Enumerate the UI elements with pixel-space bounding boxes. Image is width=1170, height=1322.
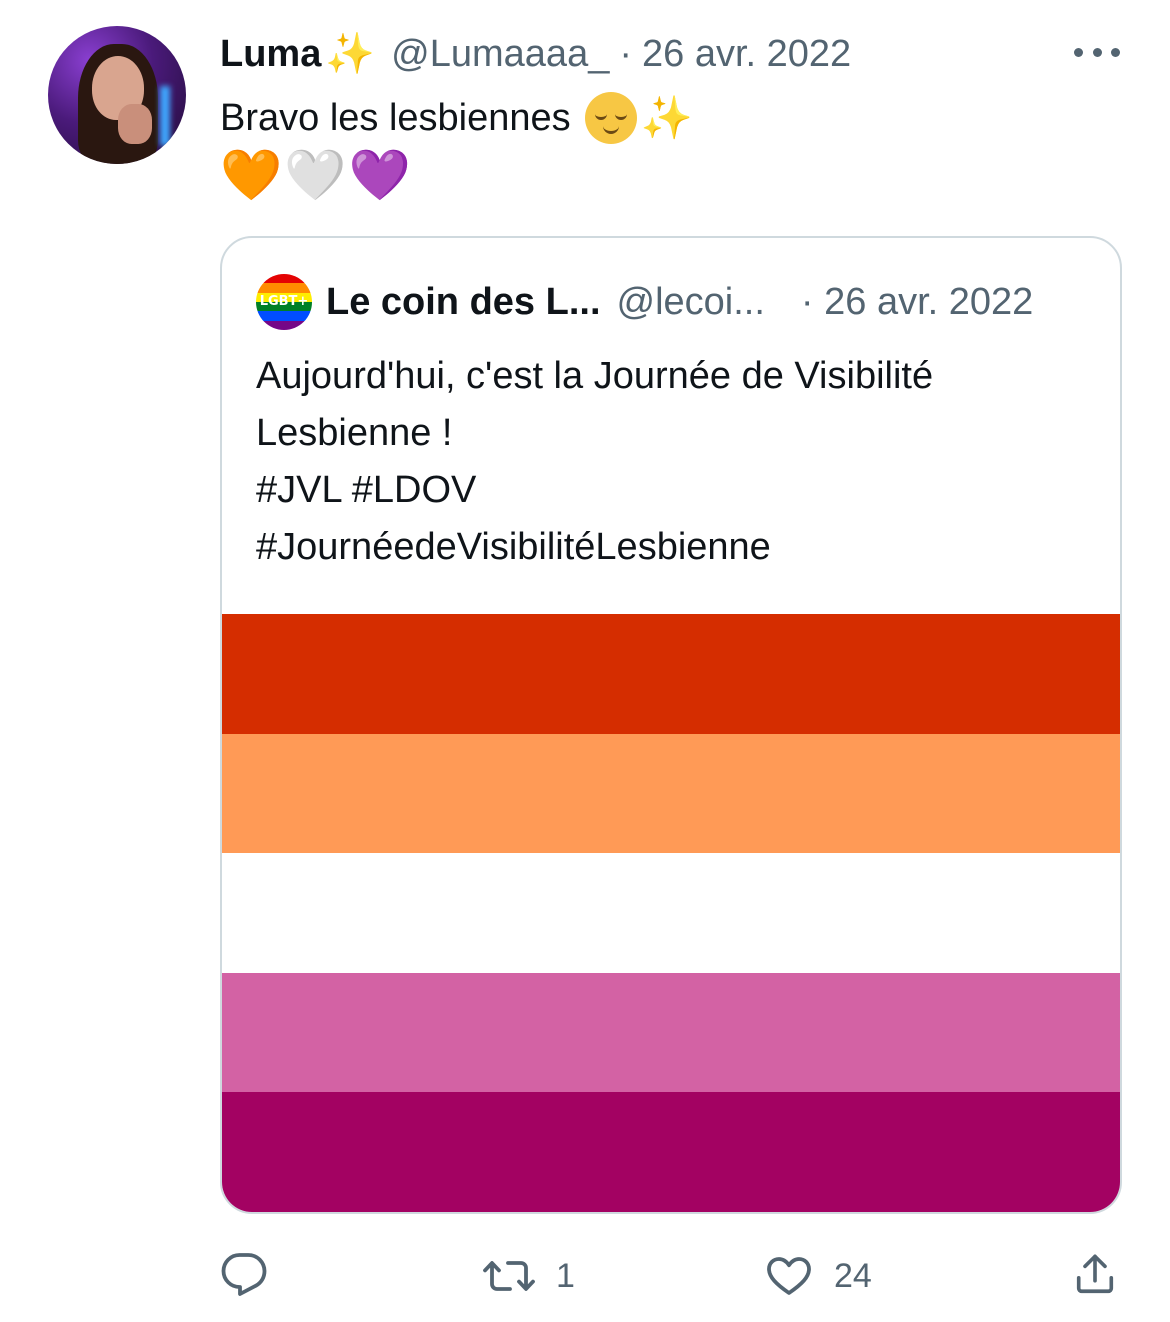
quoted-author-name[interactable]: Le coin des L... [326,276,601,328]
retweet-count: 1 [556,1257,575,1295]
tweet-date[interactable]: 26 avr. 2022 [642,28,851,80]
quoted-avatar-label: LGBT+ [259,294,309,309]
quoted-author-avatar[interactable]: LGBT+ [256,274,312,330]
orange-heart-icon: 🧡 [220,147,283,203]
reply-icon [221,1253,267,1296]
flag-band [222,733,1120,854]
author-avatar[interactable] [48,26,186,164]
tweet-header: Luma ✨ @Lumaaaa_ · 26 avr. 2022 [220,28,851,80]
tweet-action-bar: 1 24 [220,1250,1120,1302]
more-options-icon[interactable] [1074,44,1120,60]
author-name[interactable]: Luma [220,28,321,80]
share-icon [1076,1254,1114,1294]
like-button[interactable]: 24 [764,1250,872,1302]
purple-heart-icon: 💜 [348,147,411,203]
tweet-text: Bravo les lesbiennes ✨ [220,92,693,144]
header-separator: · [619,33,632,75]
quoted-tweet-card[interactable]: LGBT+ Le coin des L... @lecoi... · 26 av… [220,236,1122,1214]
flag-band [222,972,1120,1093]
retweet-button[interactable]: 1 [482,1250,575,1302]
lesbian-flag-image[interactable] [222,614,1120,1212]
quoted-tweet-date[interactable]: · 26 avr. 2022 [801,276,1033,328]
quoted-tweet-text: Aujourd'hui, c'est la Journée de Visibil… [256,348,1086,576]
avatar-hand [118,104,152,144]
sparkles-icon: ✨ [325,32,376,76]
relieved-face-icon [584,92,637,144]
avatar-light [160,86,170,146]
heart-icon [767,1257,811,1295]
quoted-text-line: Lesbienne ! [256,412,453,454]
sparkles-icon: ✨ [640,94,693,141]
flag-band [222,1092,1120,1212]
quoted-author-handle[interactable]: @lecoi... [617,276,765,328]
quoted-text-line: Aujourd'hui, c'est la Journée de Visibil… [256,355,934,397]
quoted-tweet-header: LGBT+ Le coin des L... @lecoi... · 26 av… [256,274,1106,330]
quoted-hashtags[interactable]: #JVL #LDOV [256,462,1086,519]
reply-button[interactable] [220,1250,288,1298]
quoted-hashtag-long[interactable]: #JournéedeVisibilitéLesbienne [256,519,1086,576]
like-count: 24 [834,1257,872,1295]
author-handle[interactable]: @Lumaaaa_ [391,28,609,80]
hearts-emoji-row: 🧡 🤍 💜 [220,148,411,202]
white-heart-icon: 🤍 [284,147,347,203]
tweet-text-body: Bravo les lesbiennes [220,97,571,139]
flag-band [222,853,1120,973]
share-button[interactable] [1072,1250,1118,1298]
retweet-icon [483,1261,535,1291]
flag-band [222,614,1120,734]
